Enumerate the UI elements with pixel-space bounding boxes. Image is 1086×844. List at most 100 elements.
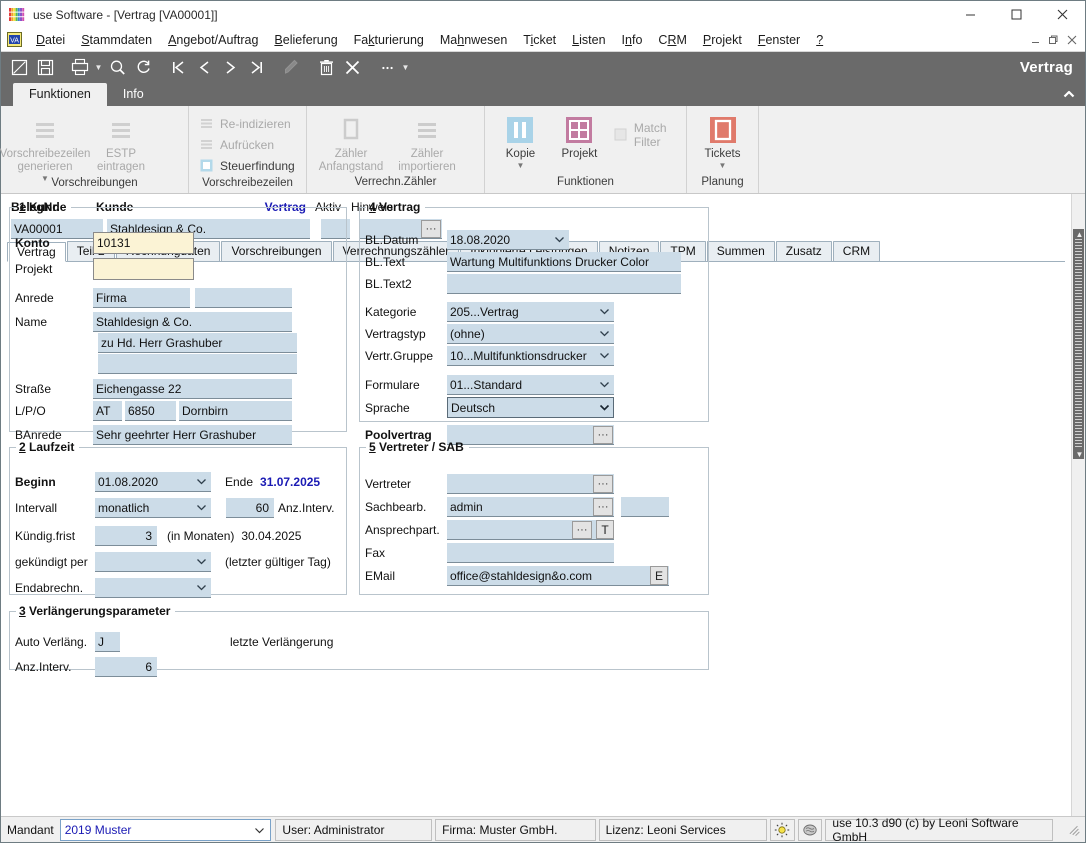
menu-mahnwesen[interactable]: Mahnwesen (432, 31, 515, 49)
vertragstyp-input[interactable] (447, 324, 614, 344)
ansprechpartner-t-button[interactable]: T (596, 520, 614, 539)
ribbon-button-zaehler-importieren[interactable]: Zähler importieren (389, 110, 465, 174)
last-record-icon[interactable] (244, 55, 268, 79)
window-close-button[interactable] (1039, 1, 1085, 28)
menu-crm[interactable]: CRM (650, 31, 694, 49)
email-send-button[interactable]: E (650, 566, 668, 585)
scroll-down-arrow-icon[interactable]: ▼ (1075, 450, 1084, 459)
name3-input[interactable] (98, 354, 297, 374)
window-maximize-button[interactable] (993, 1, 1039, 28)
ribbon-button-estp-eintragen[interactable]: ESTP eintragen (83, 110, 159, 174)
sprache-input[interactable] (447, 397, 614, 418)
tab-info[interactable]: Info (107, 83, 160, 106)
beginn-date-input[interactable] (95, 472, 211, 492)
ellipsis-icon[interactable] (375, 55, 399, 79)
menu-fenster[interactable]: Fenster (750, 31, 808, 49)
form-tab-summen[interactable]: Summen (706, 241, 775, 261)
kuendigfrist-input[interactable] (95, 526, 157, 546)
mdi-close-button[interactable] (1063, 31, 1081, 49)
menu-projekt[interactable]: Projekt (695, 31, 750, 49)
ribbon-checkbox-match-filter[interactable]: Match Filter (609, 121, 680, 149)
ribbon-button-vorschreibezeilen-generieren[interactable]: Vorschreibezeilen generieren ▼ (0, 110, 90, 183)
form-tab-crm[interactable]: CRM (832, 241, 881, 261)
menu-angebot-auftrag[interactable]: Angebot/Auftrag (160, 31, 266, 49)
printer-icon[interactable] (68, 55, 92, 79)
vertr-gruppe-input[interactable] (447, 346, 614, 366)
ribbon-button-re-indizieren[interactable]: Re-indizieren (195, 113, 299, 134)
konto-input[interactable] (93, 232, 194, 254)
land-input[interactable] (93, 401, 122, 421)
menu-fakturierung[interactable]: Fakturierung (346, 31, 432, 49)
intervall-input[interactable] (95, 498, 211, 518)
projekt-input[interactable] (93, 258, 194, 280)
menu-listen[interactable]: Listen (564, 31, 613, 49)
window-minimize-button[interactable] (947, 1, 993, 28)
ort-input[interactable] (179, 401, 292, 421)
bltext-input[interactable] (447, 252, 681, 272)
row-name2 (98, 333, 297, 353)
email-input[interactable] (447, 566, 669, 586)
new-document-icon[interactable] (7, 55, 31, 79)
name1-input[interactable] (93, 312, 292, 332)
save-disk-icon[interactable] (33, 55, 57, 79)
auto-verlaengerung-input[interactable] (95, 632, 120, 652)
scroll-up-arrow-icon[interactable]: ▲ (1075, 230, 1084, 239)
trash-icon[interactable] (314, 55, 338, 79)
brain-icon[interactable] (797, 818, 823, 841)
kategorie-input[interactable] (447, 302, 614, 322)
previous-record-icon[interactable] (192, 55, 216, 79)
form-tab-zusatz[interactable]: Zusatz (775, 241, 832, 261)
plz-input[interactable] (125, 401, 176, 421)
first-record-icon[interactable] (166, 55, 190, 79)
anrede-input[interactable] (93, 288, 190, 308)
gekuendigt-input[interactable] (95, 552, 211, 572)
sachbearb-lookup-button[interactable]: ··· (593, 498, 613, 516)
next-record-icon[interactable] (218, 55, 242, 79)
sachbearb-extra-input[interactable] (621, 497, 669, 517)
refresh-icon[interactable] (131, 55, 155, 79)
ribbon-button-steuerfindung[interactable]: Steuerfindung (195, 155, 299, 176)
strasse-input[interactable] (93, 379, 292, 399)
endabrechn-input[interactable] (95, 578, 211, 598)
ribbon-button-aufruecken[interactable]: Aufrücken (195, 134, 299, 155)
menu-stammdaten[interactable]: Stammdaten (73, 31, 160, 49)
right-splitter[interactable]: ▲ ▼ (1071, 194, 1085, 816)
fax-input[interactable] (447, 543, 614, 563)
sun-bulb-icon[interactable] (769, 818, 795, 841)
ribbon-button-label: Aufrücken (220, 137, 275, 152)
caret-down-icon: ▼ (516, 161, 525, 170)
mdi-restore-button[interactable] (1045, 31, 1063, 49)
menu-help[interactable]: ? (808, 31, 831, 49)
sachbearb-input[interactable] (447, 497, 614, 517)
formulare-input[interactable] (447, 375, 614, 395)
ribbon-button-tickets[interactable]: Tickets ▼ (693, 110, 752, 170)
group-title: Vertreter / SAB (379, 440, 464, 454)
menu-datei[interactable]: Datei (28, 31, 73, 49)
menu-ticket[interactable]: Ticket (515, 31, 564, 49)
vertreter-input[interactable] (447, 474, 614, 494)
ansprechpartner-lookup-button[interactable]: ··· (572, 521, 592, 539)
bltext2-input[interactable] (447, 274, 681, 294)
vertical-scrollbar[interactable]: ▲ ▼ (1073, 229, 1084, 459)
vertreter-lookup-button[interactable]: ··· (593, 475, 613, 493)
anz-interv-verl-input[interactable] (95, 657, 157, 677)
print-caret-down-icon[interactable]: ▼ (93, 55, 104, 79)
chevron-up-icon[interactable] (1061, 86, 1077, 102)
ribbon-button-kopie[interactable]: Kopie ▼ (491, 110, 550, 170)
name2-input[interactable] (98, 333, 297, 353)
ribbon-button-projekt[interactable]: Projekt (550, 110, 609, 161)
resize-grip-icon[interactable] (1067, 823, 1080, 837)
more-caret-down-icon[interactable]: ▼ (400, 55, 411, 79)
ribbon-button-zaehler-anfangstand[interactable]: Zähler Anfangstand (313, 110, 389, 174)
anrede-extra-input[interactable] (195, 288, 292, 308)
mdi-minimize-button[interactable] (1027, 31, 1045, 49)
menu-info[interactable]: Info (614, 31, 651, 49)
scrollbar-grip[interactable] (1075, 239, 1082, 449)
tab-funktionen[interactable]: Funktionen (13, 83, 107, 106)
x-cross-icon[interactable] (340, 55, 364, 79)
menu-belieferung[interactable]: Belieferung (266, 31, 345, 49)
mandant-select[interactable]: 2019 Muster (59, 818, 272, 841)
anz-interv-input[interactable] (226, 498, 274, 518)
magnifier-icon[interactable] (105, 55, 129, 79)
bldatum-input[interactable] (447, 230, 569, 250)
